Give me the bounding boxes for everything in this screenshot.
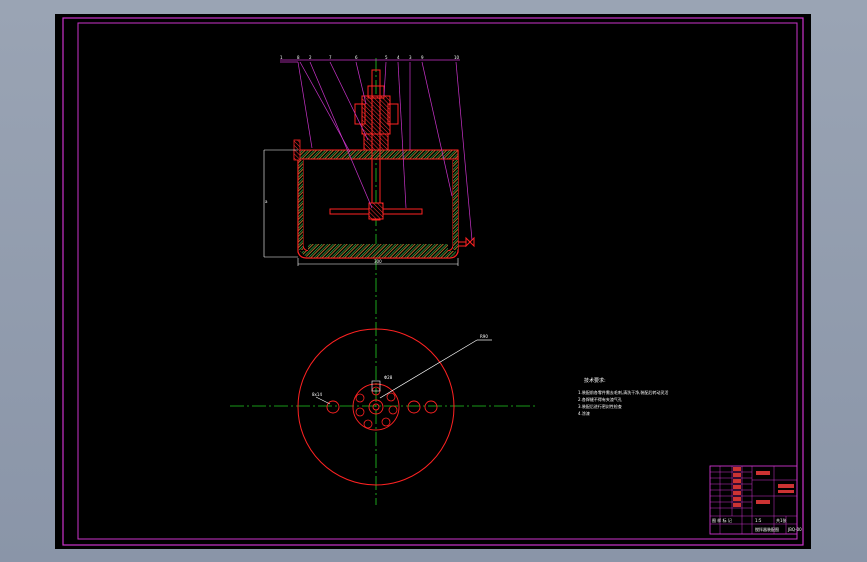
- notes-line-1: 1.装配前各零件需去毛刺,清洗干净,装配后转动灵活: [578, 389, 668, 395]
- notes-line-2: 2.各焊缝不得有夹渣气孔: [578, 396, 622, 402]
- center-label: Φ28: [384, 375, 393, 380]
- radius-label: R90: [480, 334, 488, 339]
- balloon-10: 10: [454, 55, 460, 60]
- notes-line-3: 3.装配后进行密封性检查: [578, 403, 622, 409]
- bearing-seat: [363, 133, 389, 151]
- title-block-drawing-no: JBQ-00: [787, 527, 802, 532]
- tank-bottom-plate-hatch: [308, 244, 448, 254]
- title-block-scale: 1:5: [755, 518, 762, 523]
- opening-label: 8x14: [312, 392, 322, 397]
- title-block-title: 搅拌器装配图: [755, 526, 779, 532]
- drawing-canvas[interactable]: 1 8 2 7 6 5 4 3 9 10 a 300 R90 8x14 Φ28 …: [0, 0, 867, 562]
- width-dimension-text: 300: [374, 259, 382, 264]
- tank-lid: [293, 149, 459, 160]
- tank-left-wall-hatch: [298, 160, 303, 250]
- drawing-sheet: [55, 14, 811, 549]
- cad-viewport[interactable]: 1 8 2 7 6 5 4 3 9 10 a 300 R90 8x14 Φ28 …: [0, 0, 867, 562]
- notes-heading: 技术要求:: [584, 377, 606, 384]
- tank-right-wall-hatch: [453, 160, 458, 250]
- title-block-row-label: 图 样 标 记: [712, 517, 732, 523]
- title-block-sheet: 共1张: [776, 517, 787, 523]
- coupling-housing: [361, 95, 391, 135]
- notes-line-4: 4.涂漆: [578, 410, 590, 416]
